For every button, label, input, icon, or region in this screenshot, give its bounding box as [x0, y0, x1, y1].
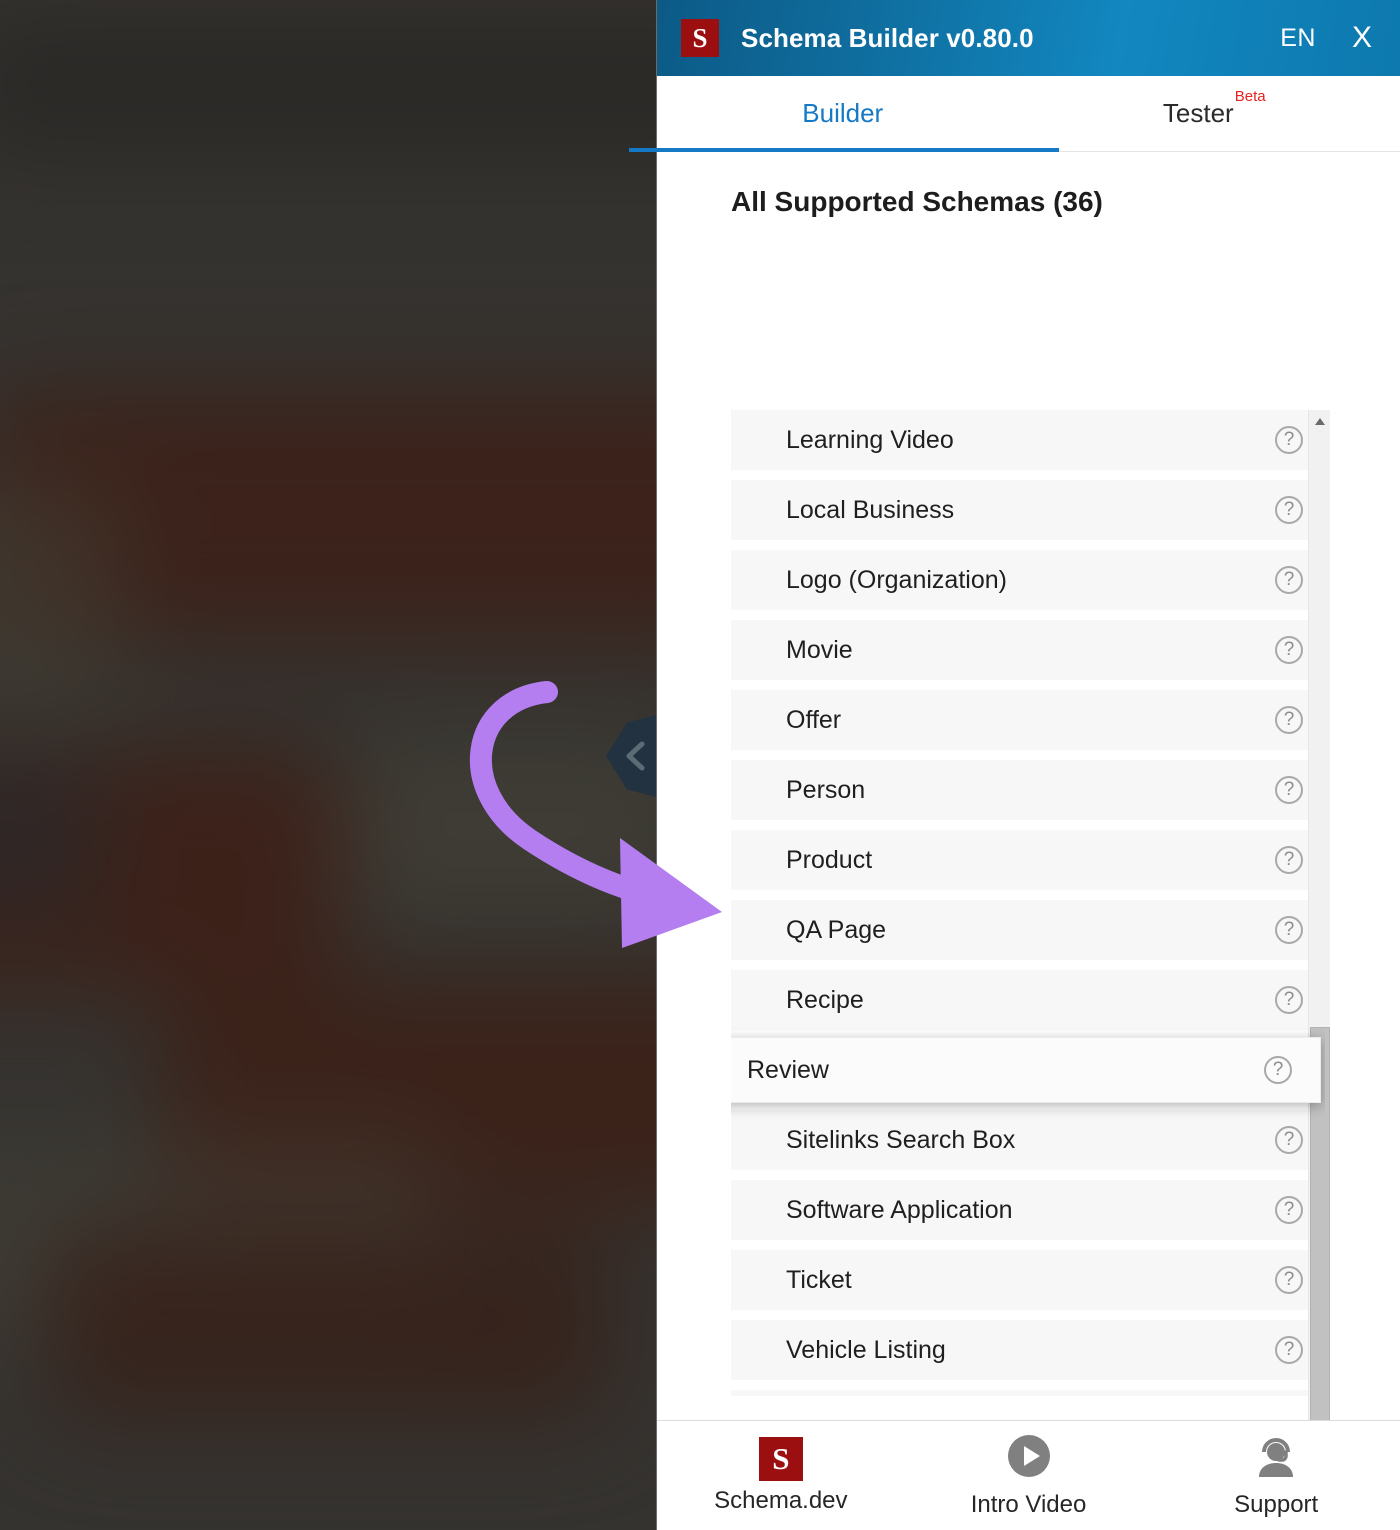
schema-list-item[interactable]: Video Object? — [731, 1390, 1325, 1396]
close-icon[interactable]: X — [1346, 23, 1378, 53]
schema-list-item[interactable]: Software Application? — [731, 1180, 1325, 1240]
titlebar-actions: EN X — [1280, 23, 1378, 53]
schema-list-item[interactable]: QA Page? — [731, 900, 1325, 960]
tab-tester-beta-badge: Beta — [1234, 88, 1266, 105]
schema-list-item-label: Review — [747, 1055, 829, 1084]
tab-builder-label: Builder — [802, 98, 884, 128]
footer-item-support-label: Support — [1234, 1491, 1319, 1518]
schema-list-item-label: Recipe — [786, 985, 864, 1014]
tab-builder[interactable]: Builder — [629, 76, 1058, 152]
footer-item-intro-video-label: Intro Video — [970, 1491, 1087, 1518]
schema-list-item[interactable]: Logo (Organization)? — [731, 550, 1325, 610]
help-icon[interactable]: ? — [1275, 776, 1303, 804]
chevron-left-icon — [622, 738, 648, 774]
schema-list-item[interactable]: Vehicle Listing? — [731, 1320, 1325, 1380]
schema-list-item[interactable]: Offer? — [731, 690, 1325, 750]
schema-list-item-label: Learning Video — [786, 425, 954, 454]
schema-builder-panel: S Schema Builder v0.80.0 EN X Builder Te… — [629, 0, 1400, 1530]
schema-logo-icon: S — [681, 19, 719, 57]
help-icon[interactable]: ? — [1275, 426, 1303, 454]
help-icon[interactable]: ? — [1275, 1126, 1303, 1154]
schema-list-item-label: Person — [786, 775, 866, 804]
schema-list-item-label: Software Application — [786, 1195, 1013, 1224]
scroll-up-arrow-icon[interactable] — [1309, 410, 1331, 432]
schema-list-item[interactable]: Recipe? — [731, 970, 1325, 1030]
schema-list-item-label: Ticket — [786, 1265, 852, 1294]
schema-list-item[interactable]: Ticket? — [731, 1250, 1325, 1310]
schema-list-item-label: Local Business — [786, 495, 955, 524]
schema-list-item-label: Offer — [786, 705, 842, 734]
schema-list-item[interactable]: Movie? — [731, 620, 1325, 680]
screenshot-root: S Schema Builder v0.80.0 EN X Builder Te… — [0, 0, 1400, 1530]
help-icon[interactable]: ? — [1275, 496, 1303, 524]
help-icon[interactable]: ? — [1275, 1336, 1303, 1364]
play-circle-icon — [1005, 1432, 1053, 1485]
help-icon[interactable]: ? — [1275, 566, 1303, 594]
panel-title: Schema Builder v0.80.0 — [741, 22, 1034, 53]
tab-tester[interactable]: Tester Beta — [1029, 76, 1400, 151]
footer-item-schema-dev-label: Schema.dev — [714, 1486, 848, 1514]
schema-list-scrollbar[interactable] — [1308, 410, 1330, 1420]
help-icon[interactable]: ? — [1275, 706, 1303, 734]
schema-list-item-label: Movie — [786, 635, 853, 664]
language-selector[interactable]: EN — [1280, 24, 1316, 53]
headset-person-icon — [1252, 1432, 1300, 1485]
schema-list-item[interactable]: Learning Video? — [731, 410, 1325, 470]
panel-footer: S Schema.dev Intro Video Support — [657, 1420, 1400, 1530]
panel-body: All Supported Schemas (36) Learning Vide… — [657, 152, 1400, 1420]
help-icon[interactable]: ? — [1275, 1196, 1303, 1224]
help-icon[interactable]: ? — [1275, 636, 1303, 664]
schema-list-item[interactable]: Local Business? — [731, 480, 1325, 540]
panel-titlebar: S Schema Builder v0.80.0 EN X — [657, 0, 1400, 76]
panel-tabs: Builder Tester Beta — [629, 76, 1400, 152]
help-icon[interactable]: ? — [1275, 846, 1303, 874]
schema-list-item[interactable]: Product? — [731, 830, 1325, 890]
schema-list-item-label: Sitelinks Search Box — [786, 1125, 1016, 1154]
schema-list-item-label: Vehicle Listing — [786, 1335, 946, 1364]
schema-logo-icon: S — [758, 1436, 803, 1481]
schema-list-item-label: QA Page — [786, 915, 887, 944]
schema-list-item-selected[interactable]: Review? — [731, 1037, 1321, 1103]
schema-list[interactable]: Learning Video? Local Business? Logo (Orga… — [731, 410, 1325, 1396]
schema-list-item-label: Logo (Organization) — [786, 565, 1007, 594]
schema-list-item[interactable]: Sitelinks Search Box? — [731, 1110, 1325, 1170]
schema-list-item[interactable]: Person? — [731, 760, 1325, 820]
page-title: All Supported Schemas (36) — [731, 186, 1103, 217]
help-icon[interactable]: ? — [1264, 1056, 1292, 1084]
footer-item-intro-video[interactable]: Intro Video — [905, 1432, 1153, 1519]
help-icon[interactable]: ? — [1275, 916, 1303, 944]
tab-tester-label: Tester — [1162, 98, 1234, 128]
schema-list-item-label: Product — [786, 845, 873, 874]
help-icon[interactable]: ? — [1275, 1266, 1303, 1294]
footer-item-schema-dev[interactable]: S Schema.dev — [657, 1436, 905, 1515]
help-icon[interactable]: ? — [1275, 986, 1303, 1014]
footer-item-support[interactable]: Support — [1152, 1432, 1400, 1519]
